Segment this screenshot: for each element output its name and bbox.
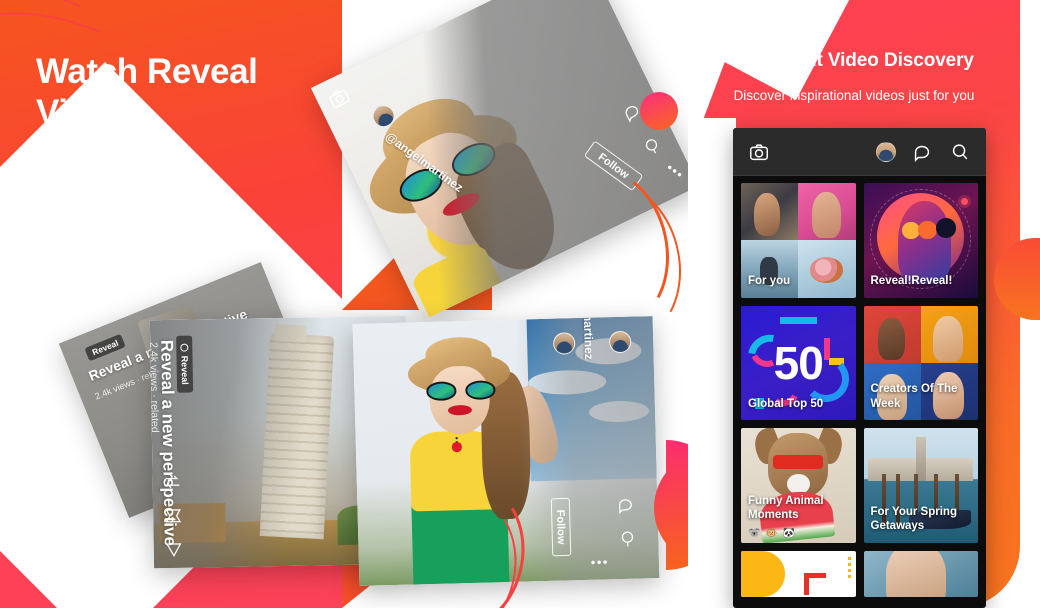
- poster-art: [741, 428, 856, 543]
- tile-reveal-reveal[interactable]: Reveal!Reveal!: [863, 183, 978, 298]
- heart-necklace: [451, 441, 463, 452]
- tile-creators-of-the-week[interactable]: Creators Of The Week: [863, 305, 978, 420]
- follow-button[interactable]: Follow: [550, 497, 572, 557]
- left-headline: Watch Reveal Videos: [36, 52, 258, 132]
- repost-icon[interactable]: [163, 472, 183, 492]
- collage-quadrant: [863, 305, 921, 363]
- tile-label: Reveal!Reveal!: [870, 275, 953, 288]
- related-link[interactable]: related: [150, 400, 161, 432]
- lens-shape: [935, 218, 957, 238]
- collage-quadrant: [920, 305, 978, 363]
- lens-shape: [918, 220, 937, 240]
- right-panel-subtitle: Discover inspirational videos just for y…: [733, 88, 975, 103]
- bar-shape: [779, 316, 817, 324]
- reveal-badge-label: Reveal: [179, 355, 190, 385]
- views-count: 2.4k views ·: [149, 342, 161, 398]
- tile-emoji: 🐨 🐵 🐼: [748, 527, 796, 539]
- dog-sunglasses: [773, 455, 824, 470]
- left-subline: Rotate your phone to reveal a new story: [36, 161, 215, 208]
- face-silhouette: [897, 201, 951, 284]
- chat-bubble-icon[interactable]: [910, 140, 934, 164]
- tile-label: Creators Of The Week: [870, 383, 958, 410]
- tile-label: For you: [748, 275, 791, 288]
- download-icon[interactable]: [164, 540, 184, 560]
- decorative-circle: [640, 92, 678, 130]
- avatar[interactable]: [876, 141, 896, 162]
- right-panel-title: Intelligent Video Discovery: [734, 50, 974, 71]
- phone-mockup: For you Reveal!Reveal! 50 Global Top 50 …: [733, 128, 986, 608]
- sunglasses: [426, 380, 496, 401]
- search-icon[interactable]: [948, 140, 972, 164]
- reveal-dot-icon: [180, 343, 189, 352]
- tile-label: Funny Animal Moments: [748, 494, 824, 522]
- tile-label: Global Top 50: [748, 397, 824, 410]
- lens-right: [464, 380, 496, 400]
- tile-funny-animal-moments[interactable]: Funny Animal Moments 🐨 🐵 🐼: [741, 428, 856, 543]
- tile-spring-getaways[interactable]: For Your Spring Getaways: [863, 428, 978, 543]
- yellow-blob-shape: [741, 550, 785, 597]
- promo-stage: Watch Reveal Videos Rotate your phone to…: [0, 0, 1040, 608]
- face-shape: [886, 550, 946, 597]
- search-icon[interactable]: [618, 529, 639, 550]
- discovery-grid: For you Reveal!Reveal! 50 Global Top 50 …: [733, 176, 986, 604]
- camera-icon[interactable]: [747, 140, 771, 164]
- tile-partial-left[interactable]: [741, 550, 856, 597]
- lens-shape: [902, 221, 920, 240]
- panel-left-gap: [688, 118, 736, 608]
- red-corner-shape: [803, 572, 826, 595]
- tile-label: For Your Spring Getaways: [870, 505, 957, 533]
- reveal-badge: Reveal: [176, 335, 194, 393]
- tile-global-top-50[interactable]: 50 Global Top 50: [741, 305, 856, 420]
- tile-partial-right[interactable]: [863, 550, 978, 597]
- collage-quadrant: [741, 183, 799, 241]
- collage-quadrant: [798, 240, 856, 298]
- collage-quadrant: [798, 183, 856, 241]
- top50-number: 50: [773, 336, 824, 389]
- lens-left: [426, 381, 458, 401]
- collage-quadrant: [741, 240, 799, 298]
- pisa-meta-front: 2.4k views · related: [150, 342, 161, 433]
- app-topbar: [733, 128, 986, 176]
- share-icon[interactable]: [163, 506, 183, 526]
- more-options-icon[interactable]: •••: [591, 554, 610, 569]
- accent-dot: [960, 197, 968, 205]
- tile-for-you[interactable]: For you: [741, 183, 856, 298]
- chat-bubble-icon[interactable]: [615, 495, 636, 516]
- dotted-accent: [847, 556, 851, 579]
